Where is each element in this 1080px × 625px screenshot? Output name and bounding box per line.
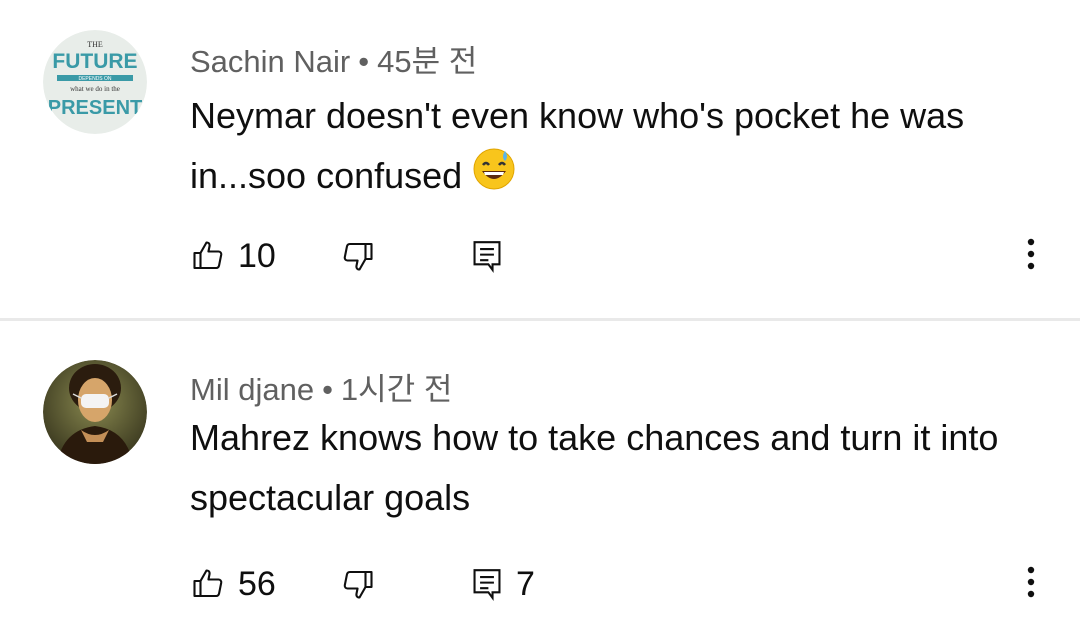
- avatar-text-4: what we do in the: [70, 85, 120, 93]
- dislike-button[interactable]: [340, 232, 376, 280]
- avatar-image: [43, 360, 147, 464]
- author-name[interactable]: Sachin Nair: [190, 44, 350, 79]
- reply-count: 7: [516, 564, 535, 603]
- more-vertical-icon: [1026, 565, 1036, 604]
- comment-body: Neymar doesn't even know who's pocket he…: [190, 86, 1030, 209]
- like-button[interactable]: 10: [190, 232, 276, 280]
- thumb-up-icon: [190, 566, 226, 602]
- comment-time: 45분 전: [377, 44, 478, 79]
- avatar-text-5: PRESENT: [48, 97, 142, 119]
- thumb-up-icon: [190, 238, 226, 274]
- comment-item: Mil djane • 1시간 전 Mahrez knows how to take…: [0, 318, 1080, 623]
- author-name[interactable]: Mil djane: [190, 372, 314, 407]
- like-count: 56: [238, 564, 276, 603]
- comment-actions: 10: [190, 232, 1050, 280]
- more-vertical-icon: [1026, 237, 1036, 276]
- reply-button[interactable]: [470, 232, 516, 280]
- meta-separator: •: [322, 372, 333, 407]
- avatar[interactable]: [43, 360, 147, 464]
- comment-time: 1시간 전: [340, 372, 453, 407]
- grinning-sweat-emoji: [472, 147, 516, 209]
- avatar-text-2: FUTURE: [52, 50, 137, 73]
- avatar-text-1: THE: [87, 40, 103, 49]
- avatar-image: THE FUTURE DEPENDS ON what we do in the …: [43, 30, 147, 134]
- avatar[interactable]: THE FUTURE DEPENDS ON what we do in the …: [43, 30, 147, 134]
- dislike-button[interactable]: [340, 560, 376, 608]
- comment-item: THE FUTURE DEPENDS ON what we do in the …: [0, 0, 1080, 318]
- more-options-button[interactable]: [1016, 560, 1046, 608]
- reply-button[interactable]: 7: [470, 560, 535, 608]
- thumb-down-icon: [340, 566, 376, 602]
- like-button[interactable]: 56: [190, 560, 276, 608]
- like-count: 10: [238, 236, 276, 275]
- meta-separator: •: [358, 44, 370, 79]
- more-options-button[interactable]: [1016, 232, 1046, 280]
- comment-body: Mahrez knows how to take chances and tur…: [190, 408, 1030, 528]
- comment-text: Mahrez knows how to take chances and tur…: [190, 417, 999, 518]
- comment-meta: Mil djane • 1시간 전: [190, 364, 452, 409]
- comment-text: Neymar doesn't even know who's pocket he…: [190, 95, 965, 196]
- reply-icon: [470, 566, 504, 602]
- reply-icon: [470, 238, 504, 274]
- comment-actions: 56 7: [190, 560, 1050, 608]
- thumb-down-icon: [340, 238, 376, 274]
- comment-meta: Sachin Nair • 45분 전: [190, 36, 477, 81]
- avatar-text-3: DEPENDS ON: [78, 76, 111, 82]
